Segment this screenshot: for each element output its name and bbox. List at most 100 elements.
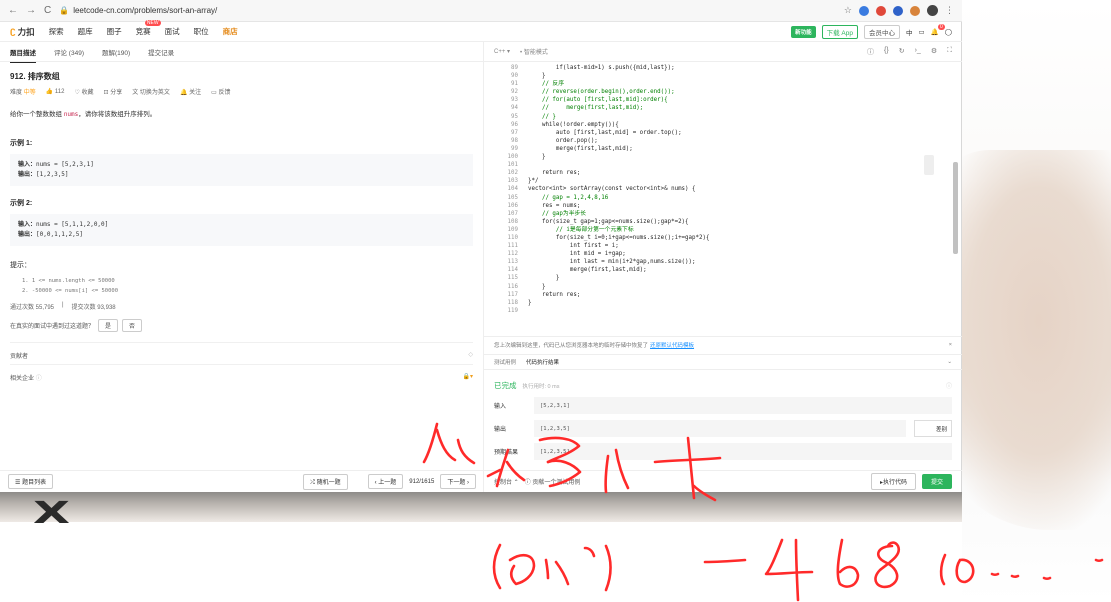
code-line[interactable]: // 反序 <box>528 80 709 88</box>
code-line[interactable]: order.pop(); <box>528 137 709 145</box>
companies-section[interactable]: 相关企业 ⓘ 🔒▾ <box>10 364 473 382</box>
code-line[interactable]: } <box>528 283 709 291</box>
like-button[interactable]: 👍 112 <box>46 88 65 95</box>
code-line[interactable]: int first = i; <box>528 242 709 250</box>
reload-icon[interactable]: C <box>44 5 51 16</box>
bookmark-star-icon[interactable]: ☆ <box>844 5 852 16</box>
profile-avatar[interactable] <box>927 5 938 16</box>
braces-icon[interactable]: {} <box>884 47 889 57</box>
code-text[interactable]: if(last-mid>1) s.push({mid,last}); } // … <box>528 64 709 315</box>
problem-list-button[interactable]: ☰ 题目列表 <box>8 474 54 489</box>
code-line[interactable] <box>528 161 709 169</box>
vip-button[interactable]: 会员中心 <box>863 24 900 39</box>
code-line[interactable]: while(!order.empty()){ <box>528 121 709 129</box>
code-line[interactable]: } <box>528 299 709 307</box>
contributors-section[interactable]: 贡献者 ◇ <box>10 342 473 360</box>
code-line[interactable]: int last = min(i+2*gap,nums.size()); <box>528 258 709 266</box>
code-line[interactable]: vector<int> sortArray(const vector<int>&… <box>528 185 709 193</box>
menu-dots-icon[interactable]: ⋮ <box>945 5 954 16</box>
follow-button[interactable]: 🔔 关注 <box>180 87 201 96</box>
language-select[interactable]: C++ ▾ <box>494 48 510 55</box>
code-line[interactable]: for(size_t i=0;i+gap<=nums.size();i+=gap… <box>528 234 710 242</box>
close-icon[interactable]: × <box>949 342 952 348</box>
collapse-icon[interactable]: ⌄ <box>947 359 952 365</box>
next-problem-button[interactable]: 下一题 › <box>440 474 476 489</box>
extension-icon[interactable] <box>859 5 869 16</box>
back-icon[interactable]: ← <box>8 5 18 16</box>
mode-select[interactable]: • 智能模式 <box>520 47 548 56</box>
code-line[interactable]: int mid = i+gap; <box>528 250 709 258</box>
promo-badge[interactable]: 新功能 <box>791 25 816 38</box>
code-line[interactable]: res = nums; <box>528 202 709 210</box>
code-line[interactable]: for(size_t gap=1;gap<=nums.size();gap*=2… <box>528 218 709 226</box>
address-bar[interactable]: 🔒 leetcode-cn.com/problems/sort-an-array… <box>59 6 217 15</box>
tab-solutions[interactable]: 题解(190) <box>102 47 130 57</box>
nav-explore[interactable]: 探索 <box>49 26 64 37</box>
extension-icon[interactable] <box>910 5 920 16</box>
code-line[interactable]: } <box>528 153 709 161</box>
download-app-button[interactable]: 下载 App <box>821 24 858 39</box>
code-line[interactable]: // merge(first,last,mid); <box>528 104 709 112</box>
nav-problems[interactable]: 题库 <box>78 26 93 37</box>
settings-gear-icon[interactable]: ⚙ <box>931 47 937 57</box>
tab-comments[interactable]: 评论 (349) <box>54 47 84 57</box>
terminal-icon[interactable]: ›_ <box>915 47 921 57</box>
nav-contest[interactable]: 竞赛 NEW <box>136 20 161 37</box>
prev-problem-button[interactable]: ‹ 上一题 <box>367 474 404 489</box>
code-line[interactable]: auto [first,last,mid] = order.top(); <box>528 129 709 137</box>
language-switch[interactable]: 中 <box>906 27 913 37</box>
reset-icon[interactable]: ↻ <box>899 47 905 57</box>
code-editor[interactable]: 89 90 91 92 93 94 95 96 97 98 99 100 101 102 103 104 105… <box>484 62 962 336</box>
submit-button[interactable]: 提交 <box>921 474 952 489</box>
tab-run-results[interactable]: 代码执行结果 <box>526 358 559 366</box>
nav-interview[interactable]: 面试 <box>165 26 180 37</box>
nav-circle[interactable]: 圈子 <box>107 26 122 37</box>
code-line[interactable]: // gap为半步长 <box>528 210 709 218</box>
share-button[interactable]: ⊡ 分享 <box>104 87 123 96</box>
code-line[interactable]: } <box>528 72 709 80</box>
poll-no-button[interactable]: 否 <box>122 319 143 332</box>
nav-jobs[interactable]: 职位 <box>194 26 209 37</box>
run-code-button[interactable]: ▸执行代码 <box>870 473 916 490</box>
code-line[interactable]: // for(auto [first,last,mid]:order){ <box>528 96 709 104</box>
switch-language-button[interactable]: 文 切换为英文 <box>132 87 170 96</box>
tab-description[interactable]: 题目描述 <box>10 47 36 63</box>
editor-scrollbar[interactable] <box>953 162 958 254</box>
code-line[interactable]: // i是每部分第一个元素下标 <box>528 226 709 234</box>
tab-submissions[interactable]: 提交记录 <box>148 47 174 57</box>
code-line[interactable]: // } <box>528 113 709 121</box>
code-line[interactable] <box>528 307 709 315</box>
nav-store[interactable]: 商店 <box>223 26 238 37</box>
tab-testcases[interactable]: 测试用例 <box>494 358 516 366</box>
console-button[interactable]: 控制台 ⌃ <box>494 477 519 486</box>
random-problem-button[interactable]: ⤮ 随机一题 <box>303 473 348 490</box>
user-avatar[interactable]: ◯ <box>945 28 952 36</box>
extension-icon[interactable] <box>876 5 886 16</box>
difficulty-value: 中等 <box>23 90 36 96</box>
side-collapse-handle[interactable] <box>924 155 934 175</box>
code-line[interactable]: } <box>528 274 709 282</box>
code-line[interactable]: // reverse(order.begin(),order.end()); <box>528 88 709 96</box>
site-logo[interactable]: ʗ 力扣 <box>10 26 35 38</box>
notes-icon[interactable]: ▭ <box>918 28 924 36</box>
contribute-testcase-link[interactable]: ⓘ 贡献一个测试用例 <box>525 477 581 486</box>
forward-icon[interactable]: → <box>26 5 36 16</box>
code-line[interactable]: // gap = 1,2,4,8,16 <box>528 194 709 202</box>
feedback-button[interactable]: ▭ 反馈 <box>211 87 230 96</box>
poll-yes-button[interactable]: 是 <box>98 319 119 332</box>
code-line[interactable]: if(last-mid>1) s.push({mid,last}); <box>528 64 709 72</box>
line-number: 111 <box>507 243 518 250</box>
restore-default-link[interactable]: 还原默认代码模板 <box>650 341 694 349</box>
fullscreen-icon[interactable]: ⛶ <box>947 47 952 57</box>
extension-icon[interactable] <box>893 5 903 16</box>
diff-toggle[interactable]: 差别 <box>914 420 952 437</box>
favorite-button[interactable]: ♡ 收藏 <box>74 87 93 96</box>
notification-bell-icon[interactable]: 🔔 0 <box>931 23 945 36</box>
code-line[interactable]: return res; <box>528 291 709 299</box>
example-1-header: 示例 1: <box>10 140 33 147</box>
info-icon[interactable]: ⓘ <box>867 47 874 57</box>
code-line[interactable]: return res; <box>528 169 709 177</box>
code-line[interactable]: merge(first,last,mid); <box>528 266 709 274</box>
code-line[interactable]: merge(first,last,mid); <box>528 145 709 153</box>
code-line[interactable]: }*/ <box>528 177 709 185</box>
